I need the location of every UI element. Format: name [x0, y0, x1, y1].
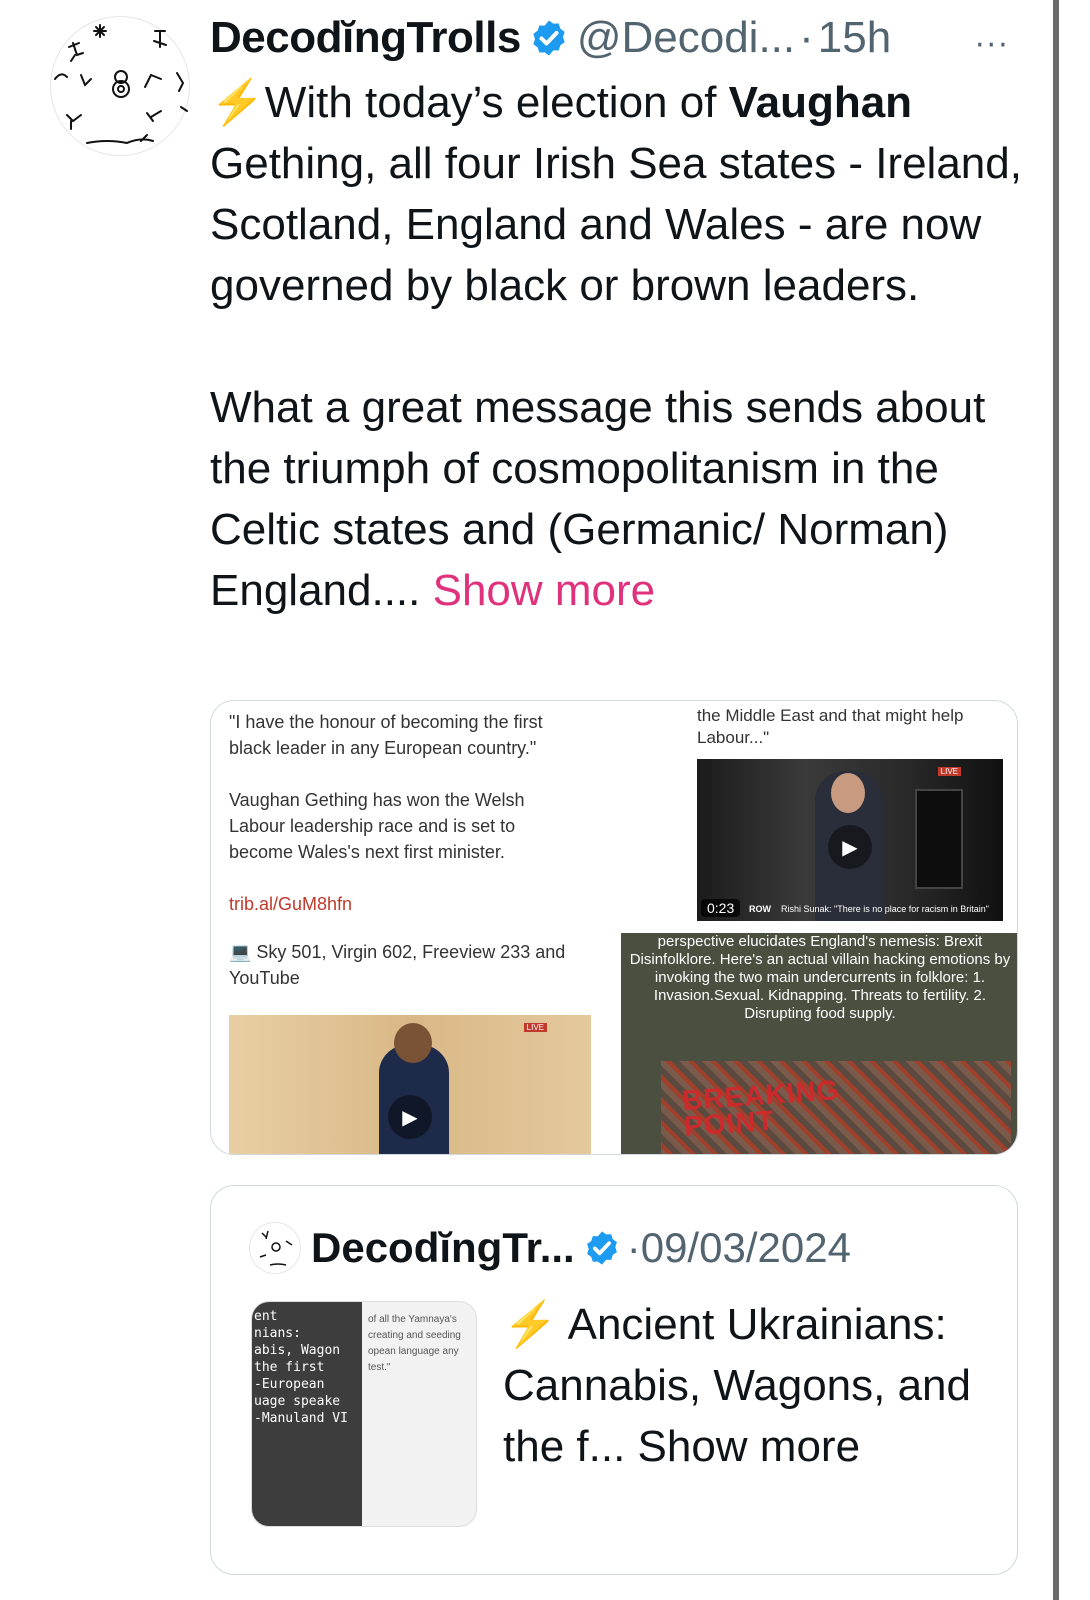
scroll-edge-divider: [1053, 0, 1059, 1600]
quoted-separator: ·: [626, 1224, 641, 1271]
screenshot-link: trib.al/GuM8hfn: [229, 894, 353, 914]
quoted-show-more-link[interactable]: Show more: [638, 1422, 861, 1471]
news-strip-tag: ROW: [749, 904, 771, 914]
quoted-tweet[interactable]: DecodĭngTr... · 09/03/2024 ent nians: ab…: [210, 1185, 1018, 1575]
tweet-header: DecodĭngTrolls @Decodi... · 15h: [210, 8, 1030, 68]
news-strip-caption: Rishi Sunak: "There is no place for raci…: [781, 904, 989, 914]
play-icon[interactable]: ▶: [388, 1095, 432, 1139]
video-timecode: 0:23: [701, 899, 741, 917]
tweet-text-part: With today’s election of: [264, 78, 729, 127]
show-more-link[interactable]: Show more: [433, 566, 656, 615]
more-options-icon[interactable]: ···: [975, 28, 1010, 63]
speaker-head: [394, 1023, 432, 1063]
author-name[interactable]: DecodĭngTrolls: [210, 13, 521, 63]
header-separator: ·: [799, 13, 814, 62]
media-tile-4[interactable]: perspective elucidates England's nemesis…: [621, 933, 1017, 1154]
quoted-thumbnail[interactable]: ent nians: abis, Wagon the first -Europe…: [251, 1301, 477, 1527]
author-avatar[interactable]: [50, 16, 190, 156]
lightning-icon: ⚡: [503, 1300, 558, 1349]
author-handle[interactable]: @Decodi...: [577, 13, 795, 63]
petroglyph-avatar-icon: [259, 1230, 293, 1266]
screenshot-quote: "I have the honour of becoming the first…: [229, 712, 543, 758]
play-icon[interactable]: ▶: [828, 825, 872, 869]
video-thumbnail[interactable]: LIVE ▶ 0:23 ROW Rishi Sunak: "There is n…: [697, 759, 1003, 921]
media-grid: "I have the honour of becoming the first…: [210, 700, 1018, 1155]
thumbnail-snippet: of all the Yamnaya's creating and seedin…: [368, 1314, 461, 1373]
presenter-head: [831, 773, 865, 813]
overlay-caption: perspective elucidates England's nemesis…: [629, 933, 1011, 1022]
verified-badge-icon: [533, 20, 565, 56]
tweet-text-part: Gething, all four Irish Sea states - Ire…: [210, 139, 1022, 310]
screenshot-text: the Middle East and that might help Labo…: [697, 706, 964, 747]
thumbnail-headline: ent nians: abis, Wagon the first -Europe…: [252, 1302, 362, 1526]
quoted-author-name: DecodĭngTr...: [311, 1224, 575, 1271]
quoted-tweet-text: ⚡ Ancient Ukrainians: Cannabis, Wagons, …: [503, 1294, 1003, 1477]
tweet-text: ⚡With today’s election of Vaughan Gethin…: [210, 72, 1030, 621]
media-tile-1[interactable]: "I have the honour of becoming the first…: [211, 701, 621, 929]
door-shape: [915, 789, 963, 889]
quoted-author-avatar: [249, 1222, 301, 1274]
verified-badge-icon: [586, 1231, 617, 1265]
media-tile-2[interactable]: the Middle East and that might help Labo…: [621, 701, 1017, 929]
tweet-text-bold: Vaughan: [728, 78, 913, 127]
media-tile-3[interactable]: 💻 Sky 501, Virgin 602, Freeview 233 and …: [211, 933, 621, 1154]
live-badge: LIVE: [523, 1023, 547, 1032]
quoted-date: 09/03/2024: [640, 1224, 851, 1271]
screenshot-channels: 💻 Sky 501, Virgin 602, Freeview 233 and …: [229, 942, 566, 988]
live-badge: LIVE: [937, 767, 961, 776]
tweet-timestamp[interactable]: 15h: [818, 13, 891, 63]
lightning-icon: ⚡: [210, 78, 265, 127]
quoted-tweet-header: DecodĭngTr... · 09/03/2024: [249, 1220, 851, 1276]
petroglyph-avatar-icon: [54, 24, 188, 145]
video-thumbnail[interactable]: LIVE ▶: [229, 1015, 591, 1154]
screenshot-body: Vaughan Gething has won the Welsh Labour…: [229, 790, 525, 862]
